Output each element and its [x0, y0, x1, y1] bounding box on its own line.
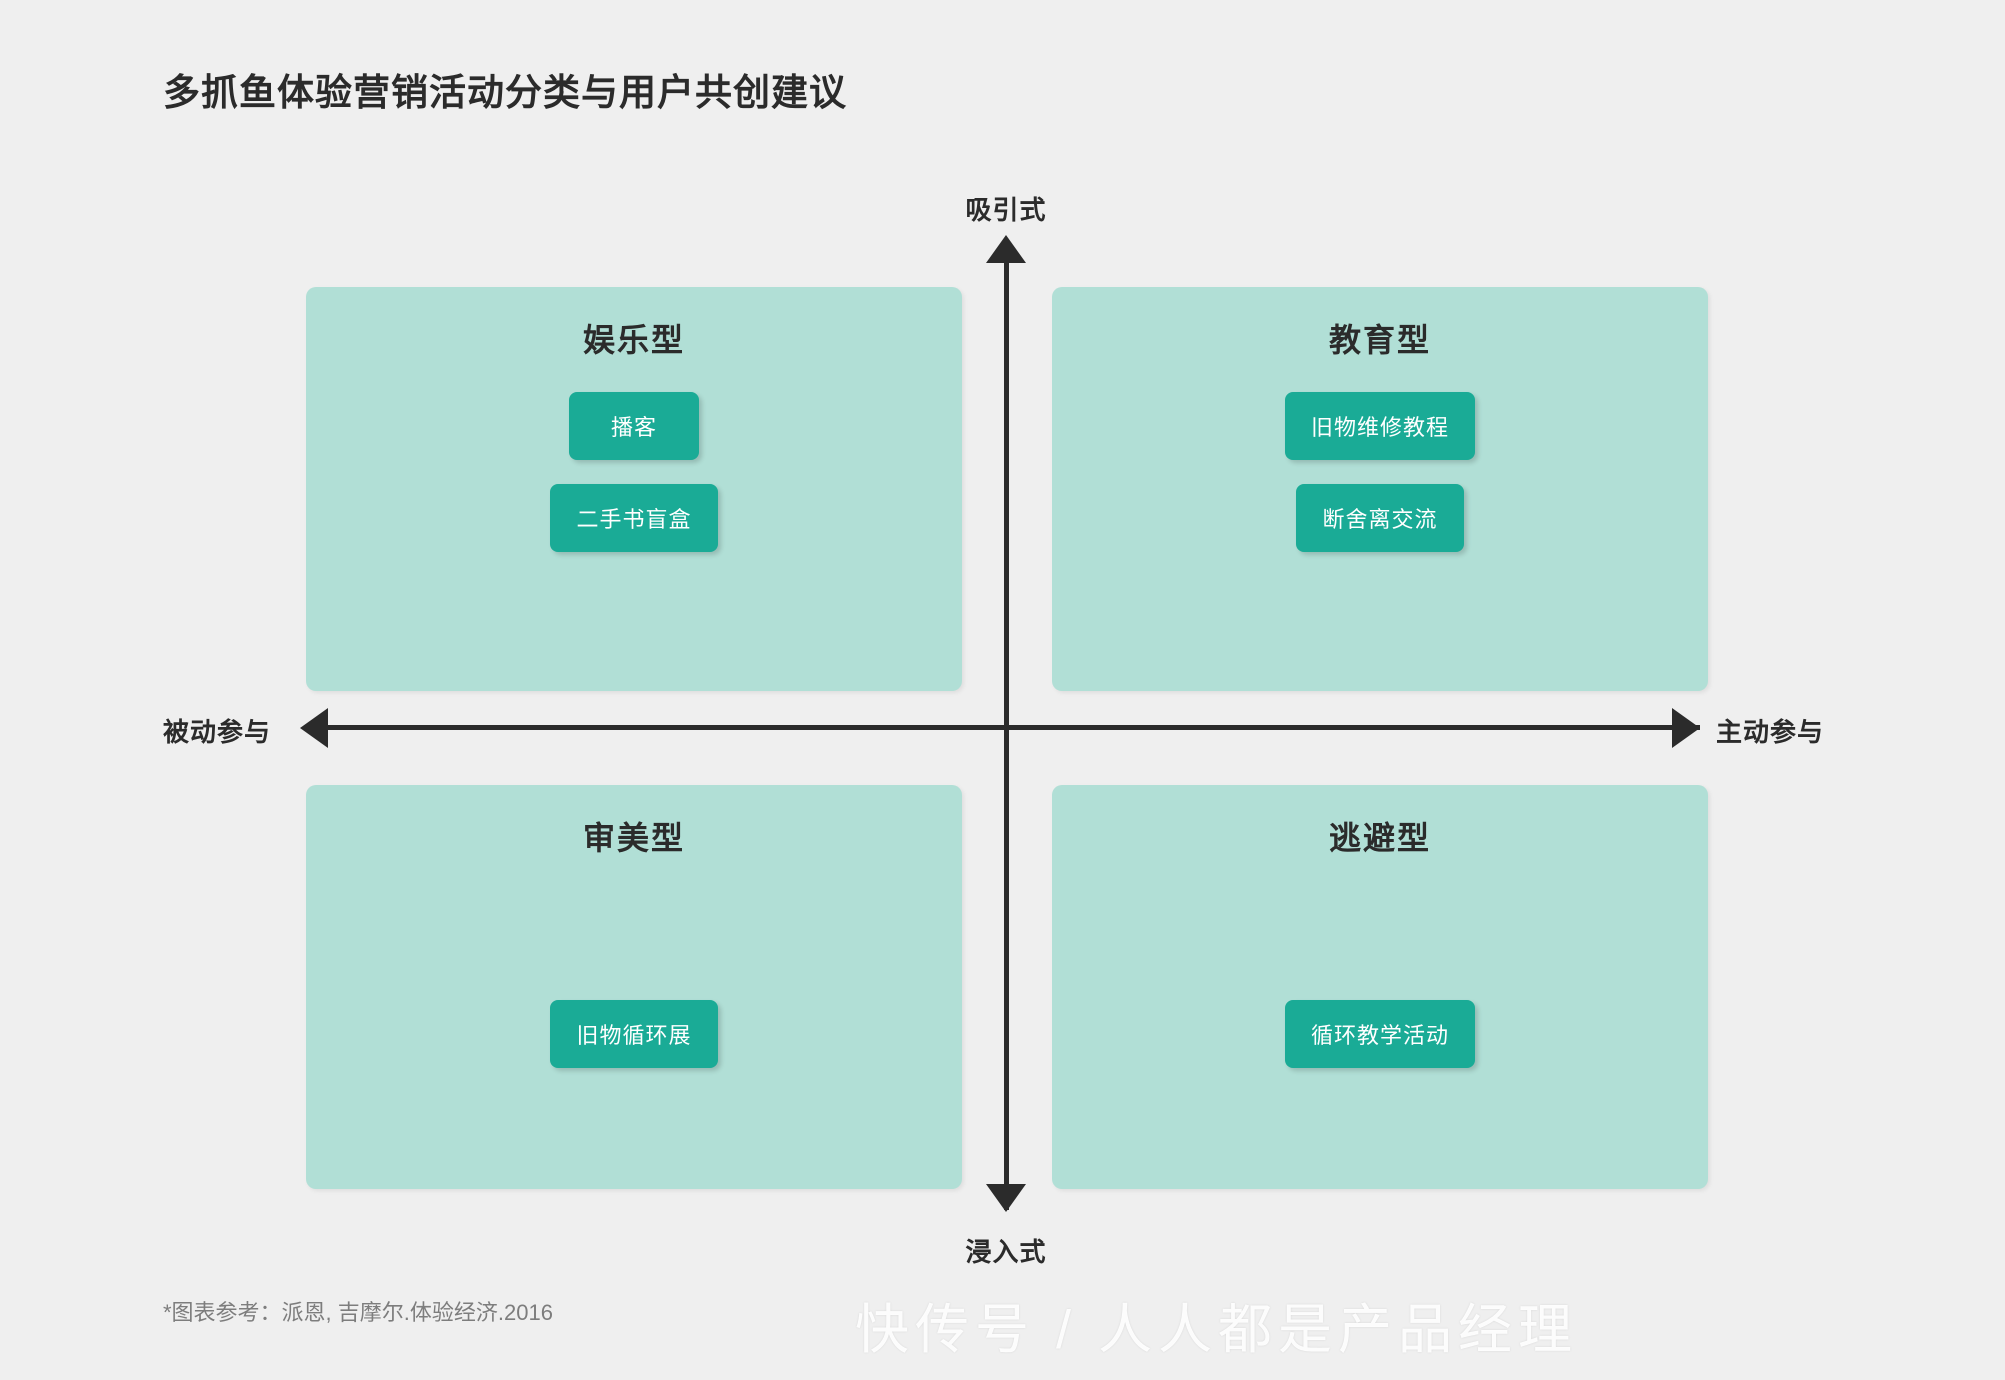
quadrant-education: 教育型 旧物维修教程 断舍离交流	[1052, 287, 1708, 691]
quadrant-title: 逃避型	[1328, 820, 1431, 856]
vertical-axis-up-arrow-icon	[986, 235, 1026, 263]
axis-label-top: 吸引式	[965, 195, 1047, 225]
watermark: 快传号 / 人人都是产品经理	[855, 1300, 1579, 1360]
quadrant-item-list: 播客 二手书盲盒	[306, 392, 962, 552]
activity-card[interactable]: 循环教学活动	[1284, 1000, 1475, 1068]
horizontal-axis-line	[315, 725, 1700, 730]
activity-card[interactable]: 断舍离交流	[1296, 484, 1464, 552]
experience-matrix: 吸引式 浸入式 被动参与 主动参与 娱乐型 播客 二手书盲盒 教育型 旧物维修教…	[0, 0, 2005, 1380]
quadrant-title: 教育型	[1328, 322, 1431, 358]
axis-label-left: 被动参与	[163, 717, 272, 747]
quadrant-title: 审美型	[582, 820, 685, 856]
activity-card[interactable]: 二手书盲盒	[550, 484, 718, 552]
vertical-axis-down-arrow-icon	[986, 1184, 1026, 1212]
quadrant-item-list: 旧物循环展	[306, 1000, 962, 1068]
quadrant-item-list: 旧物维修教程 断舍离交流	[1052, 392, 1708, 552]
activity-card[interactable]: 旧物维修教程	[1284, 392, 1475, 460]
quadrant-escapist: 逃避型 循环教学活动	[1052, 785, 1708, 1189]
quadrant-entertainment: 娱乐型 播客 二手书盲盒	[306, 287, 962, 691]
axis-label-right: 主动参与	[1716, 717, 1825, 747]
quadrant-aesthetic: 审美型 旧物循环展	[306, 785, 962, 1189]
quadrant-item-list: 循环教学活动	[1052, 1000, 1708, 1068]
horizontal-axis-right-arrow-icon	[1672, 708, 1700, 748]
activity-card[interactable]: 旧物循环展	[550, 1000, 718, 1068]
quadrant-title: 娱乐型	[582, 322, 685, 358]
axis-label-bottom: 浸入式	[965, 1237, 1047, 1267]
activity-card[interactable]: 播客	[569, 392, 699, 460]
horizontal-axis-left-arrow-icon	[300, 708, 328, 748]
source-footnote: *图表参考：派恩, 吉摩尔.体验经济.2016	[163, 1300, 553, 1325]
